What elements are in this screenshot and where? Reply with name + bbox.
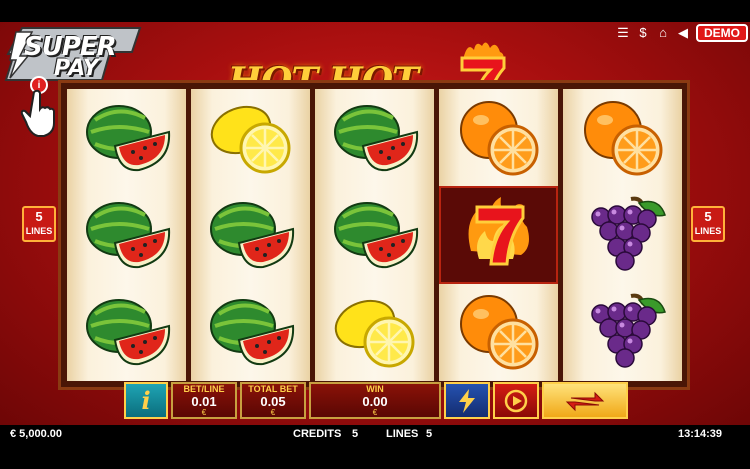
- orange-icon: [583, 100, 662, 176]
- watermelon-symbol[interactable]: [67, 89, 186, 186]
- total-bet-label: TOTAL BET: [248, 384, 298, 394]
- spin-arrows-icon: [565, 391, 605, 411]
- status-bar: € 5,000.00 CREDITS 5 LINES 5 13:14:39: [0, 425, 750, 445]
- watermelon-icon: [209, 299, 294, 366]
- win-currency: €: [372, 408, 378, 417]
- orange-icon: [459, 295, 538, 370]
- credits-label: CREDITS: [293, 428, 342, 440]
- bet-line-currency: €: [201, 408, 207, 417]
- dollar-icon[interactable]: $: [636, 26, 650, 40]
- seven-icon: [468, 196, 529, 266]
- reel-2: [191, 89, 310, 381]
- clock: 13:14:39: [678, 428, 723, 440]
- logo-text-pay: PAY: [54, 56, 99, 81]
- paytable-info-button[interactable]: i: [124, 382, 168, 419]
- game-stage: SUPER PAY i HOT HOT ☰ $ ⌂ ◀ DEMO 5 LINES…: [0, 22, 750, 425]
- reel-5: [563, 89, 682, 381]
- watermelon-symbol[interactable]: [191, 186, 310, 283]
- control-bar: i BET/LINE 0.01 € TOTAL BET 0.05 € WIN 0…: [124, 382, 628, 422]
- total-bet-currency: €: [270, 408, 276, 417]
- lines-right-number: 5: [704, 209, 712, 224]
- watermelon-icon: [209, 201, 294, 269]
- autoplay-button[interactable]: [493, 382, 539, 419]
- watermelon-symbol[interactable]: [67, 284, 186, 381]
- reel-1: [67, 89, 186, 381]
- win-label: WIN: [366, 384, 384, 394]
- total-bet-value: 0.05: [260, 394, 286, 409]
- spin-button[interactable]: [542, 382, 628, 419]
- grapes-symbol[interactable]: [563, 186, 682, 283]
- watermelon-symbol[interactable]: [191, 284, 310, 381]
- bet-line-label: BET/LINE: [183, 384, 225, 394]
- lines-indicator-left: 5 LINES: [22, 206, 56, 242]
- watermelon-icon: [85, 201, 170, 269]
- reel-frame: [58, 80, 690, 390]
- reel-3: [315, 89, 434, 381]
- sound-icon[interactable]: ◀: [676, 26, 690, 40]
- watermelon-symbol[interactable]: [67, 186, 186, 283]
- lines-value: 5: [426, 428, 433, 440]
- orange-icon: [459, 100, 538, 176]
- menu-icon[interactable]: ☰: [616, 26, 630, 40]
- lightning-icon: [459, 388, 475, 413]
- credits-value: 5: [352, 428, 359, 440]
- orange-symbol[interactable]: [439, 89, 558, 186]
- demo-badge[interactable]: DEMO: [696, 24, 748, 42]
- pointer-hand-icon: [20, 89, 55, 137]
- lines-left-label: LINES: [25, 226, 53, 236]
- top-toolbar: ☰ $ ⌂ ◀ DEMO: [616, 24, 748, 42]
- watermelon-symbol[interactable]: [315, 186, 434, 283]
- bet-line-value: 0.01: [191, 394, 217, 409]
- home-icon[interactable]: ⌂: [656, 26, 670, 40]
- lemon-icon: [334, 300, 414, 368]
- lemon-symbol[interactable]: [191, 89, 310, 186]
- orange-symbol[interactable]: [439, 284, 558, 381]
- watermelon-icon: [333, 104, 418, 171]
- grapes-symbol[interactable]: [563, 284, 682, 381]
- lines-right-label: LINES: [694, 226, 722, 236]
- orange-symbol[interactable]: [563, 89, 682, 186]
- grapes-icon: [590, 294, 666, 369]
- watermelon-icon: [85, 299, 170, 366]
- win-field: WIN 0.00 €: [309, 382, 441, 419]
- balance-value: € 5,000.00: [10, 428, 62, 440]
- play-icon: [504, 389, 528, 412]
- watermelon-symbol[interactable]: [315, 89, 434, 186]
- watermelon-icon: [85, 104, 170, 171]
- superpay-logo: SUPER PAY: [2, 26, 144, 84]
- lemon-icon: [210, 105, 290, 174]
- lines-indicator-right: 5 LINES: [691, 206, 725, 242]
- turbo-button[interactable]: [444, 382, 490, 419]
- watermelon-icon: [333, 201, 418, 269]
- lemon-symbol[interactable]: [315, 284, 434, 381]
- seven-symbol[interactable]: [439, 186, 558, 284]
- bet-line-field[interactable]: BET/LINE 0.01 €: [171, 382, 237, 419]
- reel-4: [439, 89, 558, 381]
- grapes-icon: [590, 196, 666, 271]
- win-value: 0.00: [362, 394, 388, 409]
- lines-label: LINES: [386, 428, 419, 440]
- total-bet-field[interactable]: TOTAL BET 0.05 €: [240, 382, 306, 419]
- reels: [67, 89, 682, 381]
- lines-left-number: 5: [35, 209, 43, 224]
